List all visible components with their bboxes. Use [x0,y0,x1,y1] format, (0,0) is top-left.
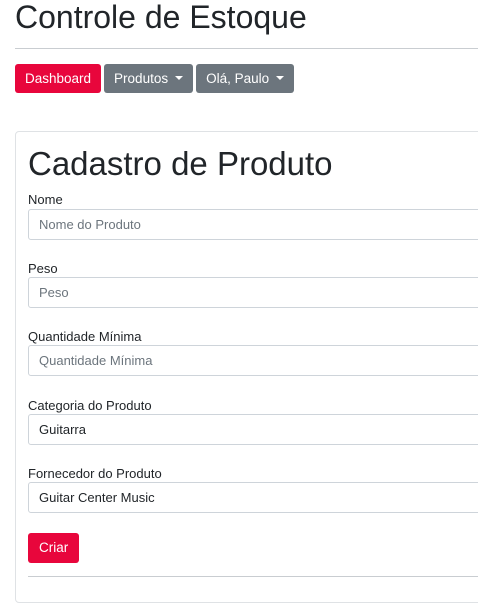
peso-input[interactable] [28,277,478,308]
fornecedor-selected-value: Guitar Center Music [39,490,155,505]
user-dropdown-label: Olá, Paulo [206,71,270,86]
categoria-select[interactable]: Guitarra [28,414,478,445]
form-divider [28,576,478,577]
dashboard-button-label: Dashboard [25,71,92,86]
nome-input[interactable] [28,209,478,240]
title-divider [15,48,478,49]
categoria-label: Categoria do Produto [28,398,152,413]
user-dropdown-button[interactable]: Olá, Paulo [196,64,295,93]
criar-button-label: Criar [39,540,69,555]
peso-label: Peso [28,261,58,276]
fornecedor-label: Fornecedor do Produto [28,466,162,481]
form-title: Cadastro de Produto [28,145,333,182]
fornecedor-select[interactable]: Guitar Center Music [28,482,478,513]
quantidade-minima-label: Quantidade Mínima [28,329,142,344]
dashboard-button[interactable]: Dashboard [15,64,102,93]
criar-button[interactable]: Criar [28,533,80,563]
app-title: Controle de Estoque [15,0,307,35]
categoria-selected-value: Guitarra [39,422,86,437]
quantidade-minima-input[interactable] [28,345,478,376]
page: Controle de Estoque Dashboard Produtos O… [0,0,478,605]
nav-bar: Dashboard Produtos Olá, Paulo [15,64,295,93]
nome-label: Nome [28,192,63,207]
caret-down-icon [276,75,285,80]
produtos-dropdown-label: Produtos [114,71,169,86]
produtos-dropdown-button[interactable]: Produtos [104,64,194,93]
caret-down-icon [175,75,184,80]
